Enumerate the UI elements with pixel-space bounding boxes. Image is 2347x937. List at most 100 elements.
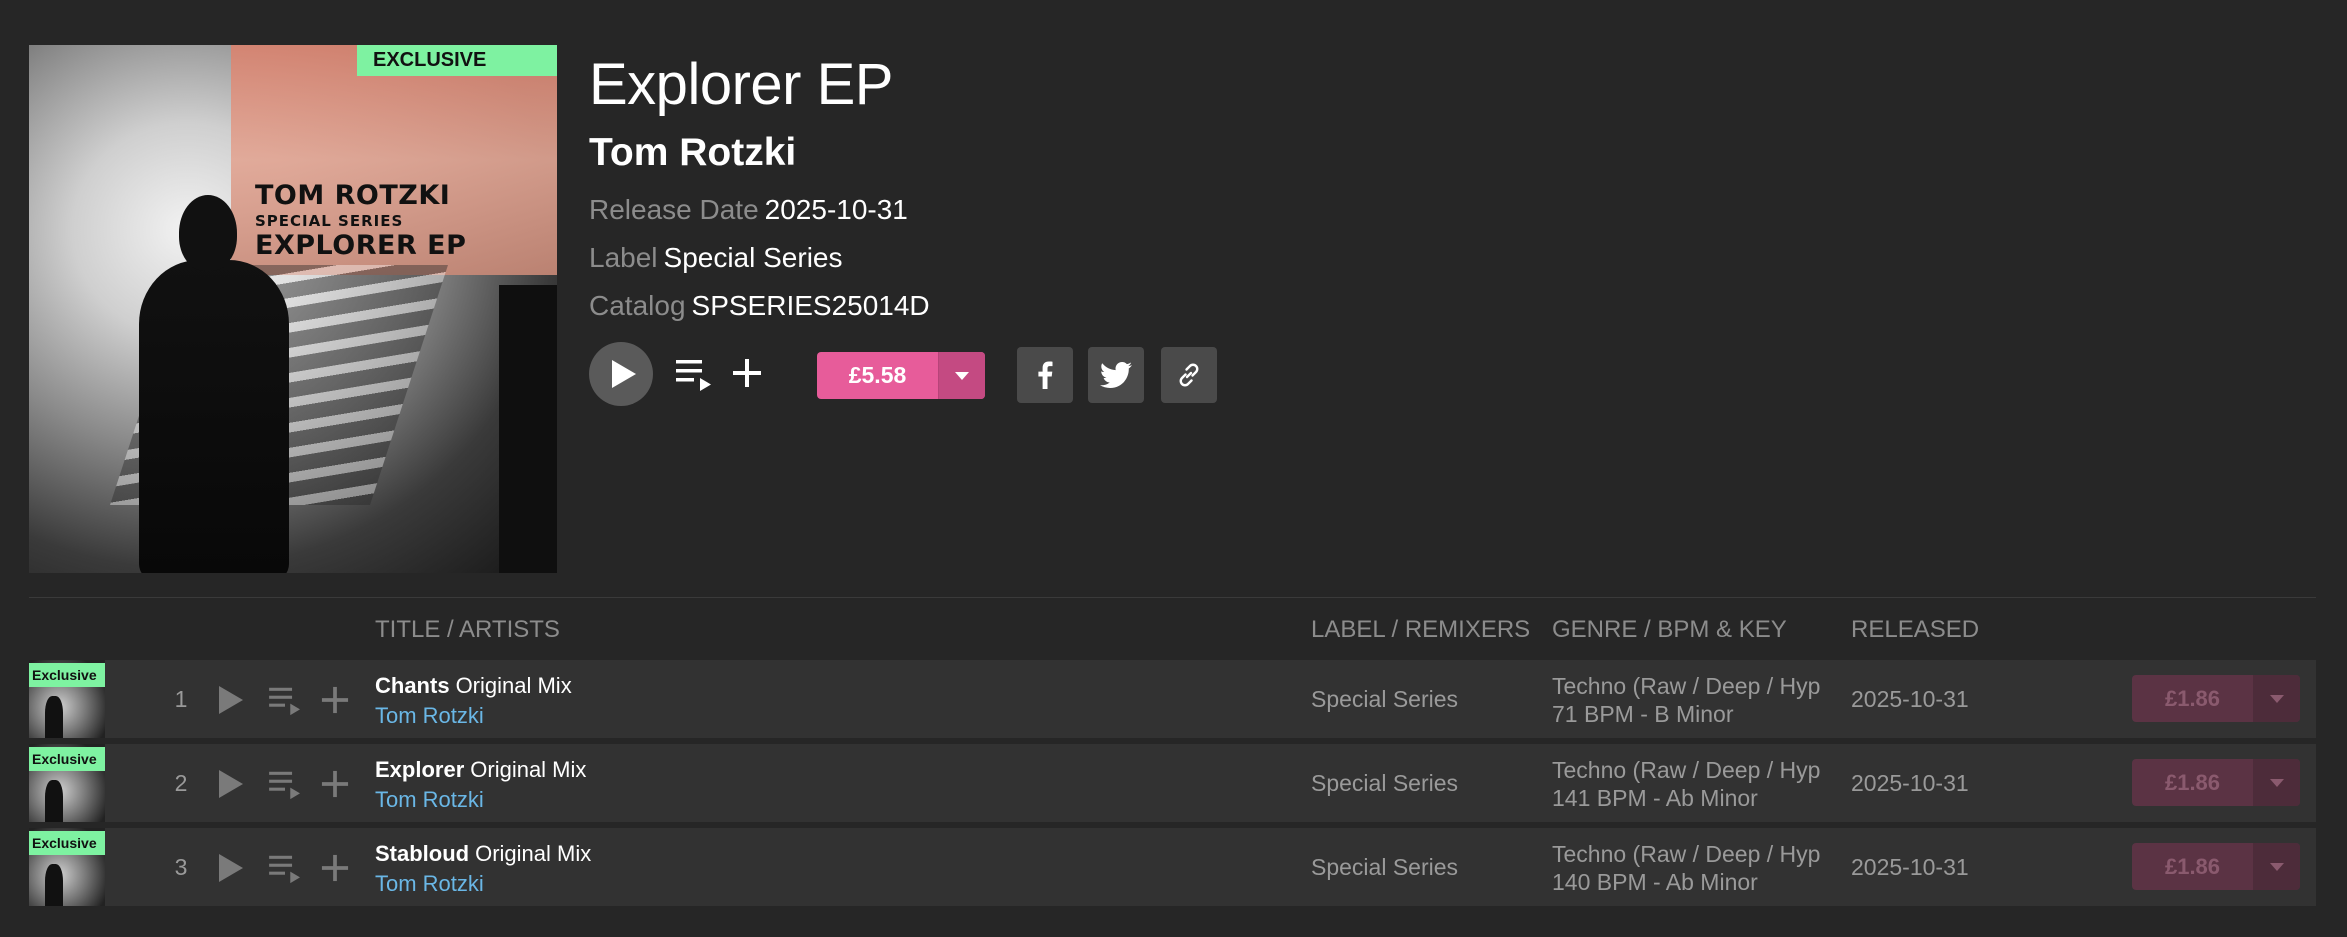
queue-track-button[interactable] xyxy=(268,686,302,721)
play-track-button[interactable] xyxy=(219,686,243,719)
track-price-options-button[interactable] xyxy=(2253,759,2300,806)
track-name[interactable]: Chants xyxy=(375,673,450,698)
plus-icon xyxy=(321,686,349,714)
track-genre[interactable]: Techno (Raw / Deep / Hypnotic) xyxy=(1552,840,1820,868)
share-facebook-button[interactable] xyxy=(1017,347,1073,403)
track-title[interactable]: Explorer Original Mix xyxy=(375,756,586,784)
track-artwork[interactable]: Exclusive xyxy=(29,744,105,822)
catalog-row: Catalog SPSERIES25014D xyxy=(589,289,930,323)
track-bpm-key: 140 BPM - Ab Minor xyxy=(1552,869,1758,895)
track-mix[interactable]: Original Mix xyxy=(456,673,572,698)
artwork-text: TOM ROTZKI SPECIAL SERIES EXPLORER EP xyxy=(255,181,466,261)
plus-icon xyxy=(321,854,349,882)
track-artist[interactable]: Tom Rotzki xyxy=(375,702,484,730)
chevron-down-icon xyxy=(2269,862,2284,871)
release-price[interactable]: £5.58 xyxy=(817,352,938,399)
buy-track-button[interactable]: £1.86 xyxy=(2132,675,2300,722)
track-price[interactable]: £1.86 xyxy=(2132,759,2253,806)
play-icon xyxy=(219,770,243,798)
queue-track-button[interactable] xyxy=(268,854,302,889)
label-row: Label Special Series xyxy=(589,241,843,275)
artwork-figure xyxy=(45,864,63,906)
track-artwork[interactable]: Exclusive xyxy=(29,828,105,906)
add-to-playlist-button[interactable] xyxy=(732,358,762,393)
buy-track-button[interactable]: £1.86 xyxy=(2132,843,2300,890)
queue-track-button[interactable] xyxy=(268,770,302,805)
add-to-queue-button[interactable] xyxy=(676,358,712,397)
release-artist[interactable]: Tom Rotzki xyxy=(589,130,796,176)
artwork-shadow xyxy=(499,285,557,573)
buy-release-button[interactable]: £5.58 xyxy=(817,352,985,399)
column-header-genre[interactable]: GENRE / BPM & KEY xyxy=(1552,616,1787,644)
add-track-button[interactable] xyxy=(321,854,349,887)
label-value[interactable]: Special Series xyxy=(664,242,843,273)
track-mix[interactable]: Original Mix xyxy=(475,841,591,866)
track-row[interactable]: Exclusive 3 Stabloud Original Mix Tom Rot… xyxy=(29,828,2316,906)
queue-icon xyxy=(269,771,300,800)
track-name[interactable]: Stabloud xyxy=(375,841,469,866)
twitter-icon xyxy=(1100,362,1132,388)
copy-link-button[interactable] xyxy=(1161,347,1217,403)
exclusive-badge: EXCLUSIVE xyxy=(357,45,557,76)
track-bpm-key: 141 BPM - Ab Minor xyxy=(1552,785,1758,811)
queue-icon xyxy=(676,360,711,391)
buy-track-button[interactable]: £1.86 xyxy=(2132,759,2300,806)
track-number: 3 xyxy=(174,854,188,880)
artwork-figure xyxy=(45,780,63,822)
track-label[interactable]: Special Series xyxy=(1311,744,1458,822)
column-header-title[interactable]: TITLE / ARTISTS xyxy=(375,616,560,644)
section-divider xyxy=(29,597,2316,598)
artwork-title: EXPLORER EP xyxy=(255,230,467,261)
artwork-figure-head xyxy=(179,195,237,271)
play-track-button[interactable] xyxy=(219,854,243,887)
track-label[interactable]: Special Series xyxy=(1311,660,1458,738)
track-artist[interactable]: Tom Rotzki xyxy=(375,786,484,814)
release-title: Explorer EP xyxy=(589,52,893,117)
exclusive-badge: Exclusive xyxy=(29,663,105,687)
chevron-down-icon xyxy=(2269,778,2284,787)
track-number: 2 xyxy=(174,770,188,796)
chevron-down-icon xyxy=(2269,694,2284,703)
play-icon xyxy=(219,686,243,714)
release-date-row: Release Date 2025-10-31 xyxy=(589,193,908,227)
add-track-button[interactable] xyxy=(321,770,349,803)
track-price-options-button[interactable] xyxy=(2253,843,2300,890)
track-title[interactable]: Chants Original Mix xyxy=(375,672,572,700)
share-twitter-button[interactable] xyxy=(1088,347,1144,403)
track-row[interactable]: Exclusive 1 Chants Original Mix Tom Rotzk… xyxy=(29,660,2316,738)
track-label[interactable]: Special Series xyxy=(1311,828,1458,906)
track-title[interactable]: Stabloud Original Mix xyxy=(375,840,591,868)
artwork-figure xyxy=(139,260,289,573)
facebook-icon xyxy=(1038,361,1053,389)
add-track-button[interactable] xyxy=(321,686,349,719)
track-bpm-key: 71 BPM - B Minor xyxy=(1552,701,1734,727)
play-release-button[interactable] xyxy=(589,342,653,406)
exclusive-badge: Exclusive xyxy=(29,747,105,771)
track-genre[interactable]: Techno (Raw / Deep / Hypnotic) xyxy=(1552,756,1820,784)
play-track-button[interactable] xyxy=(219,770,243,803)
track-genre[interactable]: Techno (Raw / Deep / Hypnotic) xyxy=(1552,672,1820,700)
chevron-down-icon xyxy=(955,371,969,380)
plus-icon xyxy=(733,359,761,387)
link-icon xyxy=(1179,363,1199,387)
track-mix[interactable]: Original Mix xyxy=(470,757,586,782)
play-icon xyxy=(219,854,243,882)
play-icon xyxy=(612,360,636,388)
track-name[interactable]: Explorer xyxy=(375,757,464,782)
track-released: 2025-10-31 xyxy=(1851,770,1969,796)
track-price-options-button[interactable] xyxy=(2253,675,2300,722)
queue-icon xyxy=(269,855,300,884)
track-artist[interactable]: Tom Rotzki xyxy=(375,870,484,898)
artwork-series: SPECIAL SERIES xyxy=(255,212,404,230)
column-header-released[interactable]: RELEASED xyxy=(1851,616,1979,644)
track-price[interactable]: £1.86 xyxy=(2132,843,2253,890)
artwork-artist: TOM ROTZKI xyxy=(255,180,451,211)
column-header-label[interactable]: LABEL / REMIXERS xyxy=(1311,616,1530,644)
track-row[interactable]: Exclusive 2 Explorer Original Mix Tom Rot… xyxy=(29,744,2316,822)
price-options-button[interactable] xyxy=(938,352,985,399)
artwork-figure xyxy=(45,696,63,738)
queue-icon xyxy=(269,687,300,716)
track-artwork[interactable]: Exclusive xyxy=(29,660,105,738)
track-price[interactable]: £1.86 xyxy=(2132,675,2253,722)
release-artwork: TOM ROTZKI SPECIAL SERIES EXPLORER EP EX… xyxy=(29,45,557,573)
